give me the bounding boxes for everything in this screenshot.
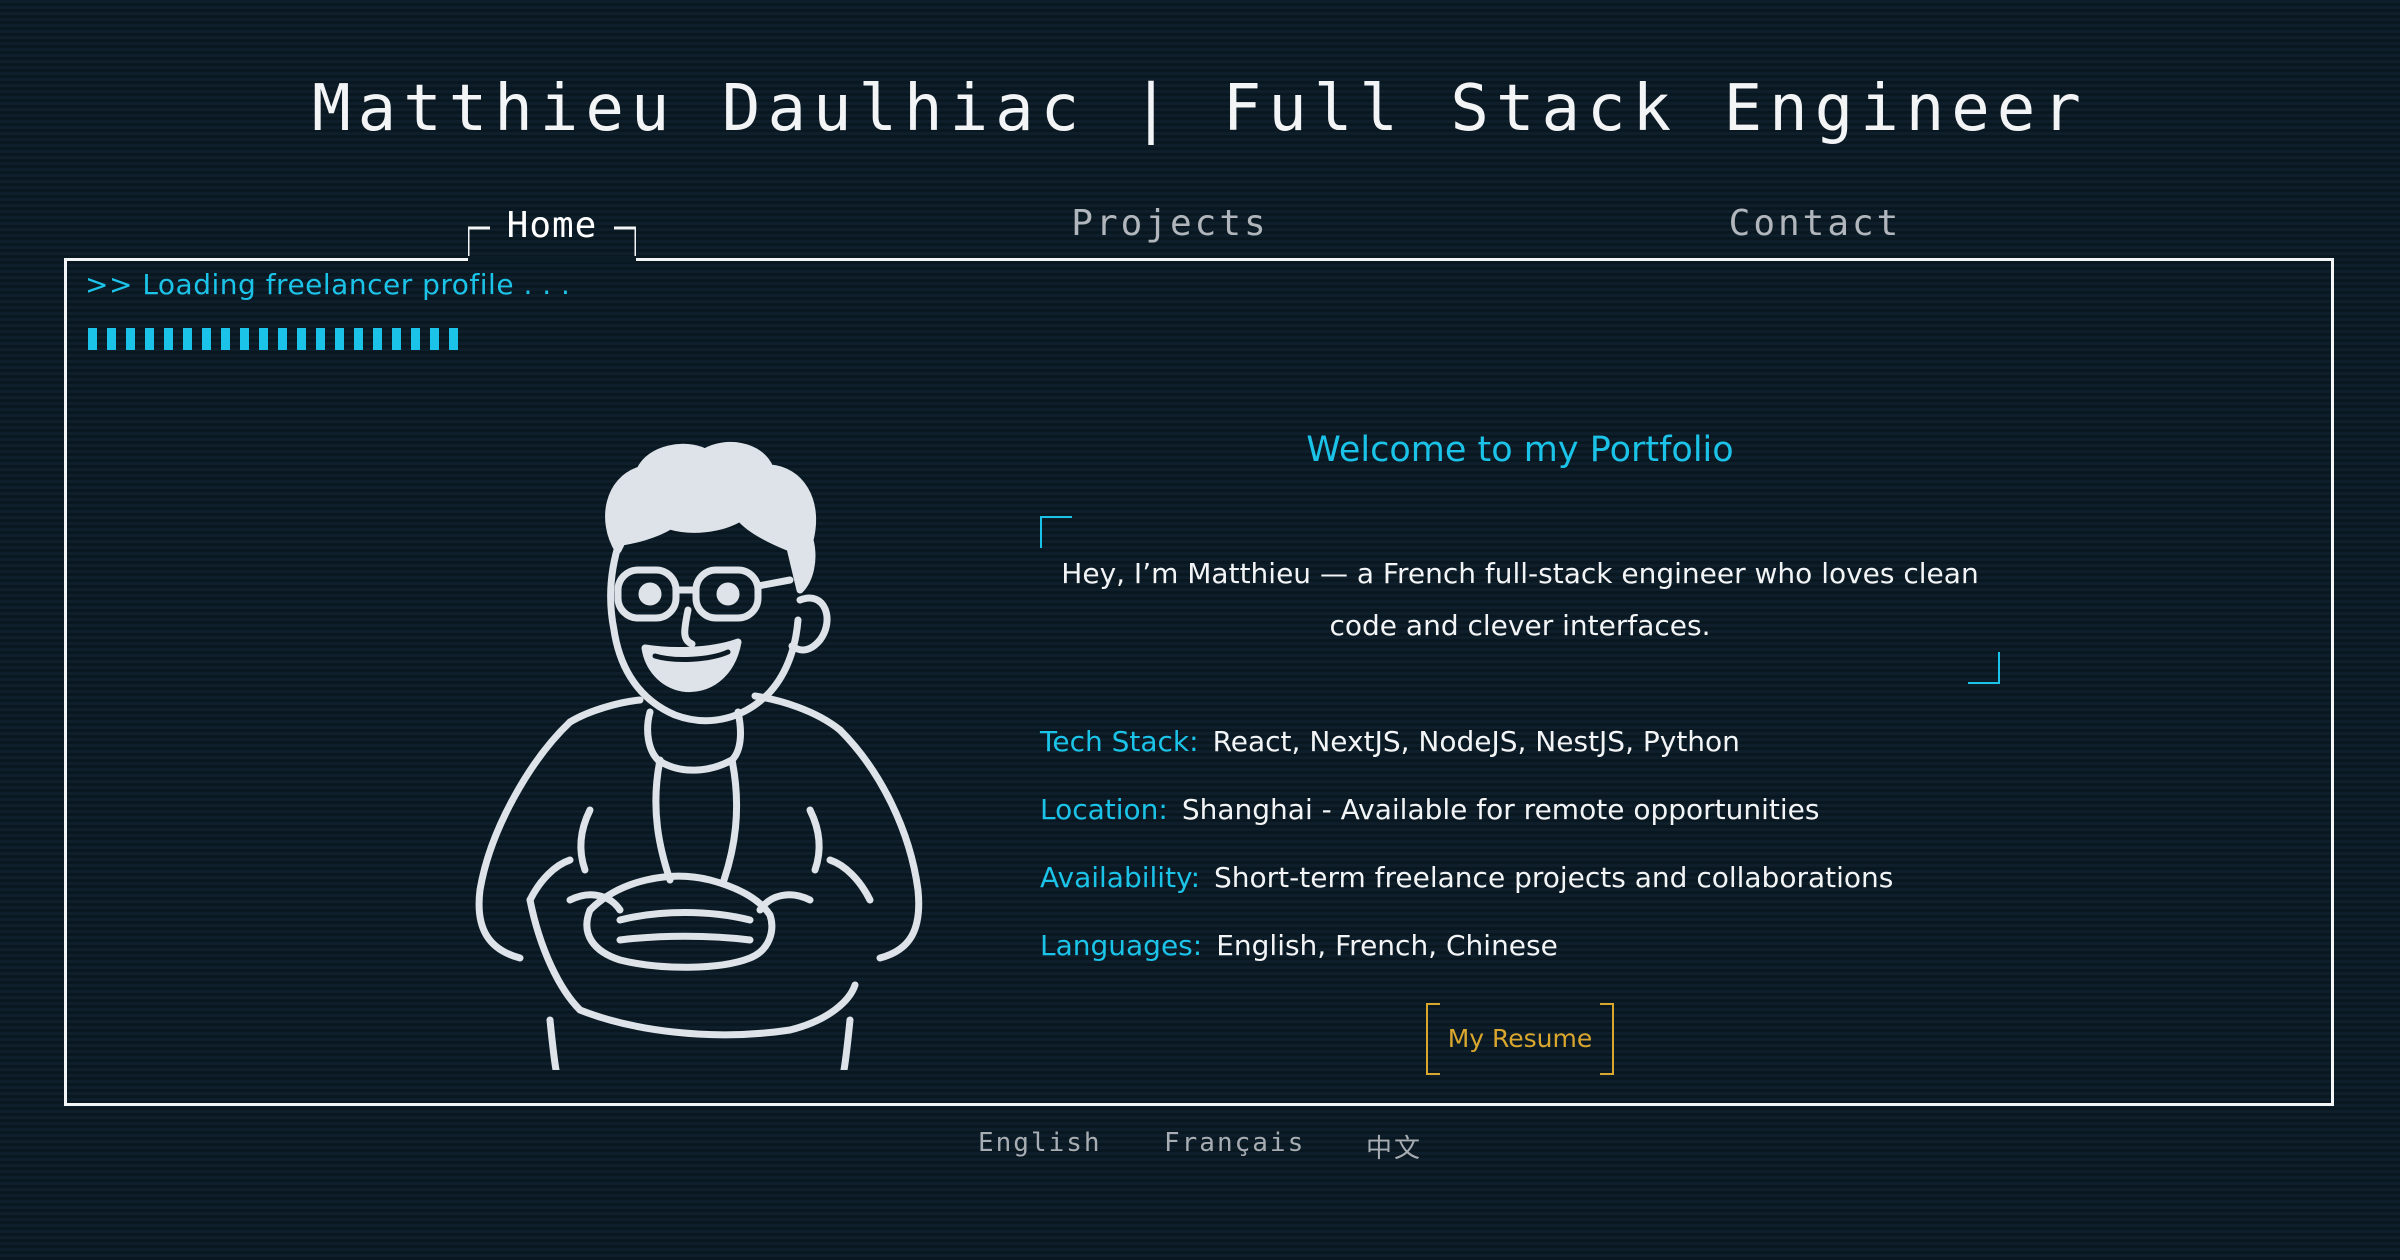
loading-segment xyxy=(297,328,306,350)
developer-avatar-illustration xyxy=(475,442,923,1070)
loading-segment xyxy=(411,328,420,350)
profile-info-list: Tech Stack: React, NextJS, NodeJS, NestJS… xyxy=(1040,720,1893,992)
resume-button[interactable]: My Resume xyxy=(1426,1003,1614,1075)
loading-segment xyxy=(202,328,211,350)
intro-text: Hey, I’m Matthieu — a French full-stack … xyxy=(1061,557,1979,642)
info-label: Tech Stack: xyxy=(1040,725,1199,758)
info-label: Availability: xyxy=(1040,861,1201,894)
page-title: Matthieu Daulhiac | Full Stack Engineer xyxy=(312,72,2088,146)
tab-projects[interactable]: Projects xyxy=(1040,200,1300,248)
language-option-english[interactable]: English xyxy=(978,1128,1102,1158)
info-row-tech-stack: Tech Stack: React, NextJS, NodeJS, NestJS… xyxy=(1040,720,1893,788)
active-tab-gap xyxy=(468,256,636,262)
loading-segment xyxy=(278,328,287,350)
info-label: Location: xyxy=(1040,793,1168,826)
info-label: Languages: xyxy=(1040,929,1203,962)
loading-segment xyxy=(316,328,325,350)
info-value: Short-term freelance projects and collab… xyxy=(1214,861,1894,894)
tab-home[interactable]: Home xyxy=(472,202,632,250)
loading-segment xyxy=(164,328,173,350)
loading-segment xyxy=(430,328,439,350)
tab-contact[interactable]: Contact xyxy=(1690,200,1940,248)
loading-segment xyxy=(107,328,116,350)
loading-segment xyxy=(88,328,97,350)
loading-segment xyxy=(373,328,382,350)
language-option-french[interactable]: Français xyxy=(1164,1128,1305,1158)
loading-segment xyxy=(240,328,249,350)
welcome-heading: Welcome to my Portfolio xyxy=(1306,430,1734,470)
loading-segment xyxy=(145,328,154,350)
language-option-chinese[interactable]: 中文 xyxy=(1366,1128,1422,1165)
info-row-languages: Languages: English, French, Chinese xyxy=(1040,924,1893,992)
loading-progress-bar xyxy=(88,328,458,350)
loading-segment xyxy=(126,328,135,350)
loading-text: >> Loading freelancer profile . . . xyxy=(85,268,571,301)
loading-segment xyxy=(221,328,230,350)
info-row-location: Location: Shanghai - Available for remote… xyxy=(1040,788,1893,856)
info-row-availability: Availability: Short-term freelance projec… xyxy=(1040,856,1893,924)
loading-segment xyxy=(335,328,344,350)
loading-segment xyxy=(449,328,458,350)
info-value: React, NextJS, NodeJS, NestJS, Python xyxy=(1212,725,1740,758)
info-value: Shanghai - Available for remote opportun… xyxy=(1181,793,1820,826)
loading-segment xyxy=(392,328,401,350)
info-value: English, French, Chinese xyxy=(1216,929,1558,962)
loading-segment xyxy=(354,328,363,350)
loading-segment xyxy=(259,328,268,350)
loading-segment xyxy=(183,328,192,350)
